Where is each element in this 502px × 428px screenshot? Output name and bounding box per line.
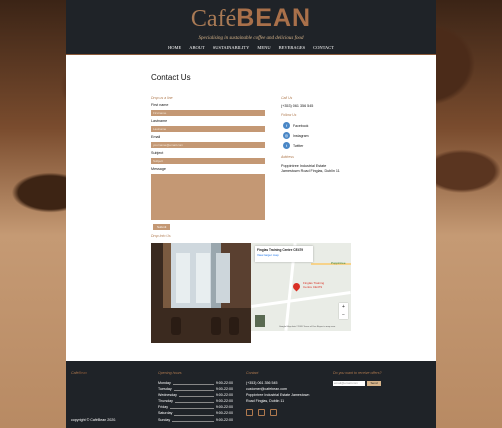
address-line-1: Poppintree Industrial Estate	[281, 164, 327, 168]
newsletter-send-button[interactable]: Send	[367, 381, 381, 386]
main-nav: HOME ABOUT SUSTAINABILITY MENU BEVERAGES…	[66, 45, 436, 50]
footer-email[interactable]: customer@cafebean.com	[246, 387, 287, 391]
map-pin-icon[interactable]	[291, 281, 302, 292]
footer: CaféBean Opening hours Monday 9:00-22:00 …	[66, 361, 436, 428]
logo[interactable]: CaféBEAN	[66, 4, 436, 33]
nav-contact[interactable]: CONTACT	[313, 45, 334, 50]
logo-bean: BEAN	[236, 4, 312, 32]
nav-menu[interactable]: MENU	[257, 45, 270, 50]
map-info-card: Finglas Training Centre CE479 View large…	[255, 246, 313, 262]
email-input[interactable]: yourname@email.com	[151, 142, 265, 148]
opening-hours-label: Opening hours	[158, 371, 182, 375]
footer-contact-label: Contact	[246, 371, 259, 375]
footer-logo-bean: Bean	[78, 371, 87, 375]
nav-beverages[interactable]: BEVERAGES	[279, 45, 306, 50]
facebook-label: Facebook	[293, 123, 309, 128]
zoom-out-button[interactable]: −	[339, 311, 348, 319]
social-twitter[interactable]: t Twitter	[283, 142, 303, 149]
facebook-icon[interactable]	[246, 409, 253, 416]
call-us-label: Call Us	[281, 96, 293, 100]
nav-about[interactable]: ABOUT	[189, 45, 205, 50]
footer-social-icons	[246, 409, 277, 416]
twitter-label: Twitter	[293, 143, 304, 148]
offers-label: Do you want to receive offers?	[333, 371, 382, 375]
footer-phone[interactable]: (+353) 061 356 545	[246, 381, 277, 385]
address-line-2: Jamestown Road Finglas, Dublin 11	[281, 169, 340, 173]
map-zoom-controls: + −	[339, 303, 348, 319]
cafe-interior-photo	[151, 243, 251, 343]
footer-logo-cafe: Café	[71, 371, 79, 375]
zoom-in-button[interactable]: +	[339, 303, 348, 311]
instagram-icon: ◎	[283, 132, 290, 139]
page: CaféBEAN Specialising in sustainable cof…	[66, 0, 436, 428]
instagram-label: Instagram	[293, 133, 309, 138]
opening-hours-list: Monday 9:00-22:00 Tuesday 9:00-22:00 Wedne…	[158, 381, 233, 424]
message-textarea[interactable]	[151, 174, 265, 220]
newsletter-email-input[interactable]: email@email.com	[333, 381, 365, 386]
map-attribution: Google Map data ©2020 Terms of Use Repor…	[279, 326, 336, 328]
nav-sustainability[interactable]: SUSTAINABILITY	[213, 45, 250, 50]
footer-address-1: Poppintree Industrial Estate Jamestown	[246, 393, 310, 397]
twitter-icon[interactable]	[270, 409, 277, 416]
last-name-label: Lastname	[151, 119, 168, 123]
facebook-icon: f	[283, 122, 290, 129]
page-title: Contact Us	[151, 73, 191, 82]
map-view-larger-link[interactable]: View larger map	[255, 252, 313, 258]
map-pin-label: Finglas Training Centre CE479	[303, 281, 325, 289]
find-us-label: Drop Into Us	[151, 234, 171, 238]
logo-cafe: Café	[190, 6, 237, 32]
message-label: Message	[151, 167, 166, 171]
instagram-icon[interactable]	[258, 409, 265, 416]
last-name-input[interactable]: Lastname	[151, 126, 265, 132]
main-content: Contact Us Drop us a line First name Fir…	[66, 55, 436, 361]
email-label: Email	[151, 135, 161, 139]
nav-home[interactable]: HOME	[168, 45, 181, 50]
form-section-label: Drop us a line	[151, 96, 173, 100]
twitter-icon: t	[283, 142, 290, 149]
phone-number[interactable]: (+353) 061 356 545	[281, 104, 313, 108]
header: CaféBEAN Specialising in sustainable cof…	[66, 0, 436, 55]
first-name-label: First name	[151, 103, 169, 107]
map-area-label: Poppintree	[331, 261, 346, 265]
submit-button[interactable]: Submit	[153, 224, 171, 230]
tagline: Specialising in sustainable coffee and d…	[198, 36, 304, 41]
copyright: copyright © CaféBean 2020.	[71, 418, 117, 422]
footer-address-2: Road Finglas, Dublin 11	[246, 399, 285, 403]
subject-label: Subject	[151, 151, 164, 155]
map-satellite-toggle[interactable]	[255, 315, 265, 327]
social-facebook[interactable]: f Facebook	[283, 122, 308, 129]
address-label: Address	[281, 155, 294, 159]
social-instagram[interactable]: ◎ Instagram	[283, 132, 309, 139]
first-name-input[interactable]: Firstname	[151, 110, 265, 116]
google-map[interactable]: Finglas Training Centre CE479 View large…	[251, 243, 351, 331]
follow-us-label: Follow Us	[281, 113, 297, 117]
hours-row: Sunday 9:00-22:00	[158, 417, 233, 422]
subject-input[interactable]: Subject	[151, 158, 265, 164]
footer-logo: CaféBean	[71, 371, 87, 375]
